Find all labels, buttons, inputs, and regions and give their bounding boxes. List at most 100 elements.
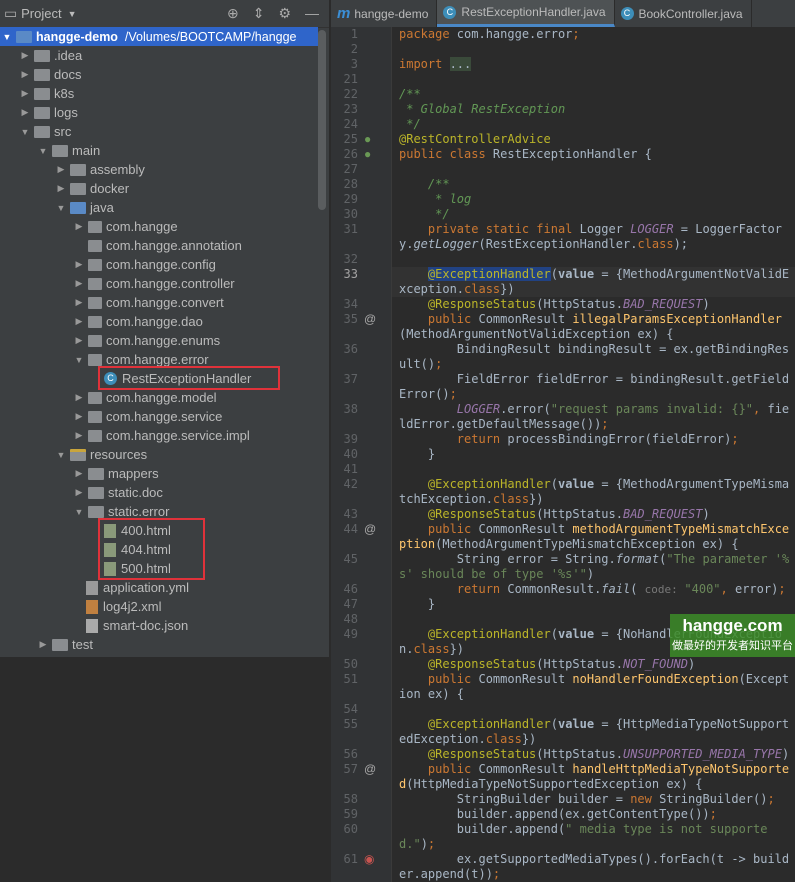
code-token: @ExceptionHandler [399, 477, 551, 491]
chevron-right-icon[interactable]: ▶ [72, 278, 86, 289]
tree-item[interactable]: ▶ mappers [0, 464, 318, 483]
locate-icon[interactable]: ⊕ [227, 5, 239, 22]
tree-item[interactable]: ▼ java [0, 198, 318, 217]
editor-line: 41 [331, 462, 795, 477]
code-editor[interactable]: 1 package com.hangge.error; 2 3 import ... 21… [331, 27, 795, 882]
code-token: class [492, 492, 530, 506]
tree-item[interactable]: ▶ k8s [0, 84, 318, 103]
tab[interactable]: C RestExceptionHandler.java [437, 0, 615, 27]
editor-line: 27 [331, 162, 795, 177]
code-token: CommonResult [478, 312, 573, 326]
tree-item[interactable]: ▶ static.doc [0, 483, 318, 502]
package-icon [88, 410, 102, 423]
tree-item[interactable]: log4j2.xml [0, 597, 318, 616]
tree-root[interactable]: ▼ hangge-demo /Volumes/BOOTCAMP/hangge [0, 27, 318, 46]
code-token: builder.append(ex.getContentType()) [399, 807, 710, 821]
chevron-right-icon[interactable]: ▶ [72, 487, 86, 498]
tree-item[interactable]: ▶ docker [0, 179, 318, 198]
code-line: BindingResult bindingResult = ex.getBind… [392, 342, 795, 372]
chevron-right-icon[interactable]: ▶ [72, 221, 86, 232]
chevron-right-icon[interactable]: ▶ [72, 430, 86, 441]
tree-item[interactable]: smart-doc.json [0, 616, 318, 635]
code-token: value [557, 267, 595, 281]
tree-item[interactable]: application.yml [0, 578, 318, 597]
tree-item[interactable]: ▶ com.hangge.config [0, 255, 318, 274]
chevron-right-icon[interactable]: ▶ [72, 316, 86, 327]
tree-item[interactable]: ▶ docs [0, 65, 318, 84]
chevron-right-icon[interactable]: ▶ [72, 259, 86, 270]
editor-line: 56 @ResponseStatus(HttpStatus.UNSUPPORTE… [331, 747, 795, 762]
chevron-right-icon[interactable]: ▶ [72, 468, 86, 479]
tree-item[interactable]: ▶ com.hangge.enums [0, 331, 318, 350]
chevron-down-icon[interactable]: ▼ [36, 146, 50, 156]
code-token: UNSUPPORTED_MEDIA_TYPE [622, 747, 782, 761]
collapse-all-icon[interactable]: ⇕ [253, 5, 265, 22]
tree-item[interactable]: com.hangge.annotation [0, 236, 318, 255]
chevron-down-icon[interactable]: ▼ [18, 127, 32, 137]
line-number: 32 [343, 252, 358, 266]
tree-item-label: assembly [90, 162, 145, 177]
editor-line: 29 * log [331, 192, 795, 207]
code-token: code: [644, 583, 685, 596]
spring-bean-icon[interactable]: ● [364, 132, 384, 147]
tree-item[interactable]: ▶ test [0, 635, 318, 654]
spring-bean-icon[interactable]: ● [364, 147, 384, 162]
breakpoint-icon[interactable]: ◉ [364, 852, 384, 882]
tree-item-label: logs [54, 105, 78, 120]
project-view-selector[interactable]: Project [21, 6, 61, 21]
chevron-down-icon[interactable]: ▼ [72, 507, 86, 517]
chevron-right-icon[interactable]: ▶ [18, 69, 32, 80]
tree-item-label: static.error [108, 504, 170, 519]
chevron-down-icon[interactable]: ▼ [68, 9, 77, 19]
chevron-right-icon[interactable]: ▶ [18, 50, 32, 61]
gutter-space [364, 162, 384, 177]
tree-item[interactable]: ▶ com.hangge.convert [0, 293, 318, 312]
code-token: value [557, 717, 595, 731]
tree-item[interactable]: ▶ com.hangge.controller [0, 274, 318, 293]
chevron-down-icon[interactable]: ▼ [54, 450, 68, 460]
tab[interactable]: m hangge-demo [331, 0, 438, 27]
chevron-right-icon[interactable]: ▶ [18, 88, 32, 99]
tree-item[interactable]: ▶ com.hangge.service.impl [0, 426, 318, 445]
tree-item[interactable]: ▼ main [0, 141, 318, 160]
chevron-right-icon[interactable]: ▶ [18, 107, 32, 118]
tree-item[interactable]: ▼ src [0, 122, 318, 141]
code-token: @ResponseStatus [399, 297, 537, 311]
chevron-down-icon[interactable]: ▼ [72, 355, 86, 365]
tree-item[interactable]: ▶ com.hangge.dao [0, 312, 318, 331]
gutter-space [364, 177, 384, 192]
tree-item[interactable]: ▶ com.hangge [0, 217, 318, 236]
implemented-icon[interactable]: @ [364, 312, 384, 342]
implemented-icon[interactable]: @ [364, 522, 384, 552]
code-token: return [399, 582, 508, 596]
chevron-right-icon[interactable]: ▶ [72, 297, 86, 308]
chevron-right-icon[interactable]: ▶ [72, 335, 86, 346]
code-token: ; [492, 867, 501, 881]
tree-item[interactable]: ▶ .idea [0, 46, 318, 65]
folder-icon [52, 144, 68, 157]
chevron-down-icon[interactable]: ▼ [54, 203, 68, 213]
class-icon: C [443, 5, 457, 19]
chevron-right-icon[interactable]: ▶ [54, 164, 68, 175]
tree-item[interactable]: ▶ com.hangge.model [0, 388, 318, 407]
chevron-right-icon[interactable]: ▶ [72, 392, 86, 403]
minimize-icon[interactable]: — [305, 5, 319, 22]
tree-item[interactable]: ▶ assembly [0, 160, 318, 179]
implemented-icon[interactable]: @ [364, 762, 384, 792]
tree-item[interactable]: ▶ logs [0, 103, 318, 122]
line-number: 30 [343, 207, 358, 221]
chevron-down-icon[interactable]: ▼ [0, 32, 14, 42]
tree-item[interactable]: ▼ resources [0, 445, 318, 464]
tab[interactable]: C BookController.java [615, 0, 752, 27]
code-token: ); [673, 237, 689, 251]
code-line: @ResponseStatus(HttpStatus.UNSUPPORTED_M… [392, 747, 795, 762]
tree-item[interactable]: ▶ com.hangge.service [0, 407, 318, 426]
line-number: 42 [343, 477, 358, 491]
chevron-right-icon[interactable]: ▶ [36, 639, 50, 650]
gear-icon[interactable]: ⚙ [278, 5, 291, 22]
chevron-right-icon[interactable]: ▶ [54, 183, 68, 194]
gutter-space [364, 27, 384, 42]
folder-icon [34, 68, 50, 81]
scrollbar[interactable] [318, 30, 326, 210]
chevron-right-icon[interactable]: ▶ [72, 411, 86, 422]
